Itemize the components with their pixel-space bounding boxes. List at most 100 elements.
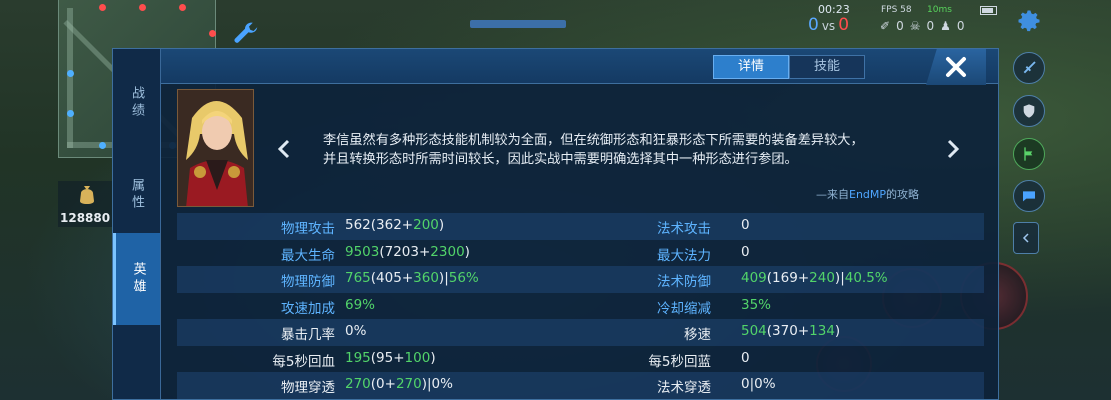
team-score: 0 vs 0 [808,15,849,35]
stat-value-part: )|0% [421,376,453,392]
money-bag-icon [74,183,100,205]
stat-value-part: 240 [809,270,835,286]
stat-value-part: 134 [809,323,835,339]
stat-label: 物理攻击 [281,221,335,237]
gold-amount: 128880 [60,211,111,225]
close-button[interactable] [926,49,986,85]
guide-source: —来自EndMP的攻略 [816,186,919,202]
stat-value-part: 9503 [345,243,380,260]
stat-label: 物理穿透 [281,380,335,396]
gold-panel: 128880 [58,181,118,227]
stat-label: 法术穿透 [657,380,711,396]
stat-row: 物理防御 765(405+360)|56% 法术防御 409(169+240)|40.… [177,266,984,293]
score-blue: 0 [808,15,819,35]
stat-row: 每5秒回血 195(95+100) 每5秒回蓝 0 [177,346,984,373]
stat-value-part: ) [430,349,436,366]
assists-count: 0 [956,19,965,33]
top-status-bar [470,20,566,28]
source-suffix: 的攻略 [886,188,920,201]
next-arrow-icon[interactable] [945,139,961,159]
stat-value-part: 200 [413,217,439,233]
stat-value: 765(405+360)|56% [345,270,479,286]
stat-value-part: )| [834,270,845,286]
stat-value-part: 409 [741,270,767,286]
fps-readout: FPS 58 [881,5,912,15]
hero-description: 李信虽然有多种形态技能机制较为全面，但在统御形态和狂暴形态下所需要的装备差异较大… [323,131,933,169]
flag-icon[interactable] [1013,138,1045,170]
score-vs: vs [821,19,836,33]
stat-row: 最大生命 9503(7203+2300) 最大法力 0 [177,240,984,267]
sword-small-icon: ✐ [880,19,891,33]
stat-value-part: 360 [413,270,439,286]
stat-label: 法术防御 [657,274,711,290]
stat-value: 195(95+100) [345,350,436,366]
stat-label: 每5秒回血 [272,353,335,370]
stat-value: 0% [345,323,366,339]
stat-value-part: (405+ [370,270,414,286]
panel-header: 详情 技能 [113,49,998,85]
stat-row: 物理攻击 562(362+200) 法术攻击 0 [177,213,984,240]
hero-detail-panel: 详情 技能 战绩 属性 英雄 李信虽然有多种形态技能机制较为全面，但在统御形态和… [112,48,999,400]
stat-value-part: )| [438,270,449,286]
stat-value-part: (0+ [370,376,396,392]
stat-value-part: 765 [345,270,371,286]
kills-count: 0 [896,19,904,33]
hero-portrait [177,89,254,207]
stat-value-part: 0 [741,243,750,260]
stat-value-part: ) [438,217,445,233]
close-icon [946,57,966,77]
battery-icon [980,6,997,15]
stat-label: 物理防御 [281,274,335,290]
stat-value-part: 504 [741,323,767,339]
shield-icon[interactable] [1013,95,1045,127]
side-tab-label: 英雄 [130,262,146,296]
stat-row: 物理穿透 270(0+270)|0% 法术穿透 0|0% [177,372,984,399]
stat-value: 69% [345,297,375,313]
chat-icon[interactable] [1013,180,1045,212]
stat-value-part: (95+ [370,349,405,366]
source-author-link[interactable]: EndMP [849,188,886,201]
stat-value-part: 195 [345,349,371,366]
side-tab-hero[interactable]: 英雄 [113,233,160,325]
stat-label: 法术攻击 [657,221,711,237]
skull-icon: ☠ [909,19,921,33]
stat-value: 0 [741,217,750,233]
stats-table: 物理攻击 562(362+200) 法术攻击 0 最大生命 9503(7203+2300)… [177,213,984,399]
kda-row: ✐ 0 ☠ 0 ♟ 0 [880,19,965,33]
stat-value: 562(362+200) [345,217,444,233]
side-tab-label: 战绩 [129,86,144,120]
tab-skills[interactable]: 技能 [789,55,865,79]
stat-value-part: 270 [395,376,422,392]
stat-label: 最大法力 [657,247,711,264]
stat-value-part: 0 [741,349,750,366]
stat-row: 攻速加成 69% 冷却缩减 35% [177,293,984,320]
stat-value: 270(0+270)|0% [345,376,453,392]
stat-value-part: 56% [448,270,479,286]
stat-value: 504(370+134) [741,323,840,339]
stat-value: 9503(7203+2300) [345,244,470,260]
stat-label: 攻速加成 [281,300,335,317]
stat-label: 冷却缩减 [657,300,711,317]
stat-label: 每5秒回蓝 [648,353,711,370]
stat-value-part: ) [834,323,841,339]
stat-value: 0|0% [741,376,776,392]
stat-value-part: 0% [345,323,367,339]
description-line: 并且转换形态时所需时间较长，因此实战中需要明确选择其中一种形态进行参团。 [323,152,798,167]
stat-value: 409(169+240)|40.5% [741,270,888,286]
deaths-count: 0 [926,19,935,33]
stat-value-part: 35% [741,296,772,313]
sword-icon[interactable] [1013,52,1045,84]
stat-value-part: (370+ [766,323,810,339]
stat-row: 暴击几率 0% 移速 504(370+134) [177,319,984,346]
prev-arrow-icon[interactable] [276,139,292,159]
collapse-arrow-icon[interactable] [1013,222,1039,254]
tab-details[interactable]: 详情 [713,55,789,79]
stat-value-part: 0 [741,217,750,233]
side-tab-attributes[interactable]: 属性 [113,157,160,233]
gear-icon[interactable] [1012,4,1046,38]
source-prefix: —来自 [816,188,849,201]
stat-value-part: 270 [345,376,371,392]
stat-value: 0 [741,244,750,260]
side-tab-record[interactable]: 战绩 [113,49,160,157]
stat-value: 0 [741,350,750,366]
